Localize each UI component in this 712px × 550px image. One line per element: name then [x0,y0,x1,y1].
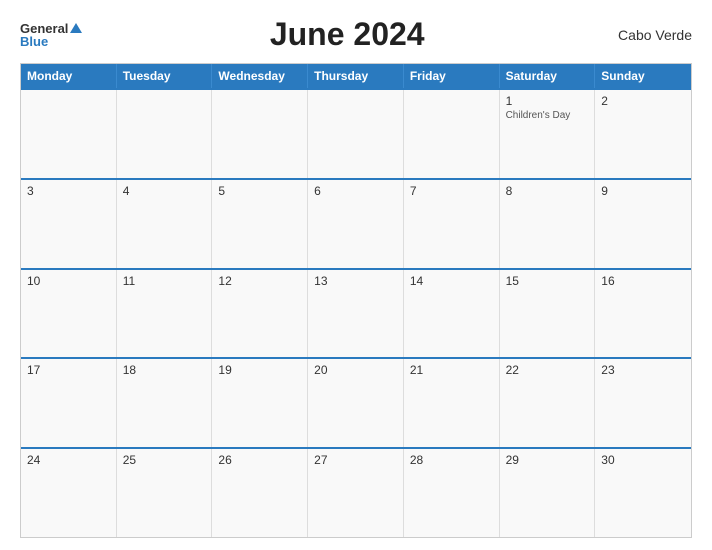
header: General Blue June 2024 Cabo Verde [20,16,692,53]
col-monday: Monday [21,64,117,88]
day-number: 1 [506,94,589,108]
cell-w4-wed: 19 [212,359,308,447]
cell-w5-sun: 30 [595,449,691,537]
calendar-title: June 2024 [82,16,612,53]
logo-triangle-icon [70,23,82,33]
cell-w5-mon: 24 [21,449,117,537]
country-label: Cabo Verde [612,27,692,43]
day-number: 30 [601,453,685,467]
cell-w2-wed: 5 [212,180,308,268]
cell-w4-fri: 21 [404,359,500,447]
day-number: 10 [27,274,110,288]
cell-w2-sun: 9 [595,180,691,268]
cell-w5-thu: 27 [308,449,404,537]
day-number: 13 [314,274,397,288]
day-number: 28 [410,453,493,467]
day-number: 21 [410,363,493,377]
cell-w4-mon: 17 [21,359,117,447]
cell-w3-tue: 11 [117,270,213,358]
cell-w3-sat: 15 [500,270,596,358]
day-number: 16 [601,274,685,288]
cell-w5-fri: 28 [404,449,500,537]
cell-w4-thu: 20 [308,359,404,447]
cell-w2-thu: 6 [308,180,404,268]
day-number: 12 [218,274,301,288]
day-number: 14 [410,274,493,288]
cell-w1-mon [21,90,117,178]
day-number: 27 [314,453,397,467]
cell-w1-thu [308,90,404,178]
logo-blue-text: Blue [20,35,48,48]
day-number: 26 [218,453,301,467]
cell-w1-sun: 2 [595,90,691,178]
day-number: 18 [123,363,206,377]
calendar-body: 1 Children's Day 2 3 4 5 6 [21,88,691,537]
col-wednesday: Wednesday [212,64,308,88]
cell-w1-sat: 1 Children's Day [500,90,596,178]
cell-w3-fri: 14 [404,270,500,358]
col-thursday: Thursday [308,64,404,88]
cell-w4-sat: 22 [500,359,596,447]
day-event: Children's Day [506,110,589,121]
day-number: 7 [410,184,493,198]
day-number: 6 [314,184,397,198]
day-number: 19 [218,363,301,377]
cell-w4-tue: 18 [117,359,213,447]
week-row-5: 24 25 26 27 28 29 30 [21,447,691,537]
cell-w1-fri [404,90,500,178]
cell-w5-tue: 25 [117,449,213,537]
col-tuesday: Tuesday [117,64,213,88]
cell-w3-wed: 12 [212,270,308,358]
day-number: 3 [27,184,110,198]
calendar-header: Monday Tuesday Wednesday Thursday Friday… [21,64,691,88]
cell-w5-wed: 26 [212,449,308,537]
cell-w3-thu: 13 [308,270,404,358]
cell-w5-sat: 29 [500,449,596,537]
day-number: 22 [506,363,589,377]
cell-w4-sun: 23 [595,359,691,447]
cell-w1-wed [212,90,308,178]
cell-w3-sun: 16 [595,270,691,358]
week-row-1: 1 Children's Day 2 [21,88,691,178]
cell-w1-tue [117,90,213,178]
cell-w2-sat: 8 [500,180,596,268]
day-number: 20 [314,363,397,377]
page: General Blue June 2024 Cabo Verde Monday… [0,0,712,550]
day-number: 11 [123,274,206,288]
cell-w2-mon: 3 [21,180,117,268]
day-number: 25 [123,453,206,467]
day-number: 2 [601,94,685,108]
week-row-2: 3 4 5 6 7 8 9 [21,178,691,268]
day-number: 17 [27,363,110,377]
cell-w3-mon: 10 [21,270,117,358]
day-number: 9 [601,184,685,198]
col-sunday: Sunday [595,64,691,88]
week-row-3: 10 11 12 13 14 15 16 [21,268,691,358]
cell-w2-fri: 7 [404,180,500,268]
day-number: 29 [506,453,589,467]
col-friday: Friday [404,64,500,88]
day-number: 5 [218,184,301,198]
calendar: Monday Tuesday Wednesday Thursday Friday… [20,63,692,538]
day-number: 8 [506,184,589,198]
col-saturday: Saturday [500,64,596,88]
day-number: 23 [601,363,685,377]
day-number: 24 [27,453,110,467]
cell-w2-tue: 4 [117,180,213,268]
logo: General Blue [20,22,82,48]
week-row-4: 17 18 19 20 21 22 23 [21,357,691,447]
logo-general-text: General [20,22,68,35]
day-number: 4 [123,184,206,198]
day-number: 15 [506,274,589,288]
